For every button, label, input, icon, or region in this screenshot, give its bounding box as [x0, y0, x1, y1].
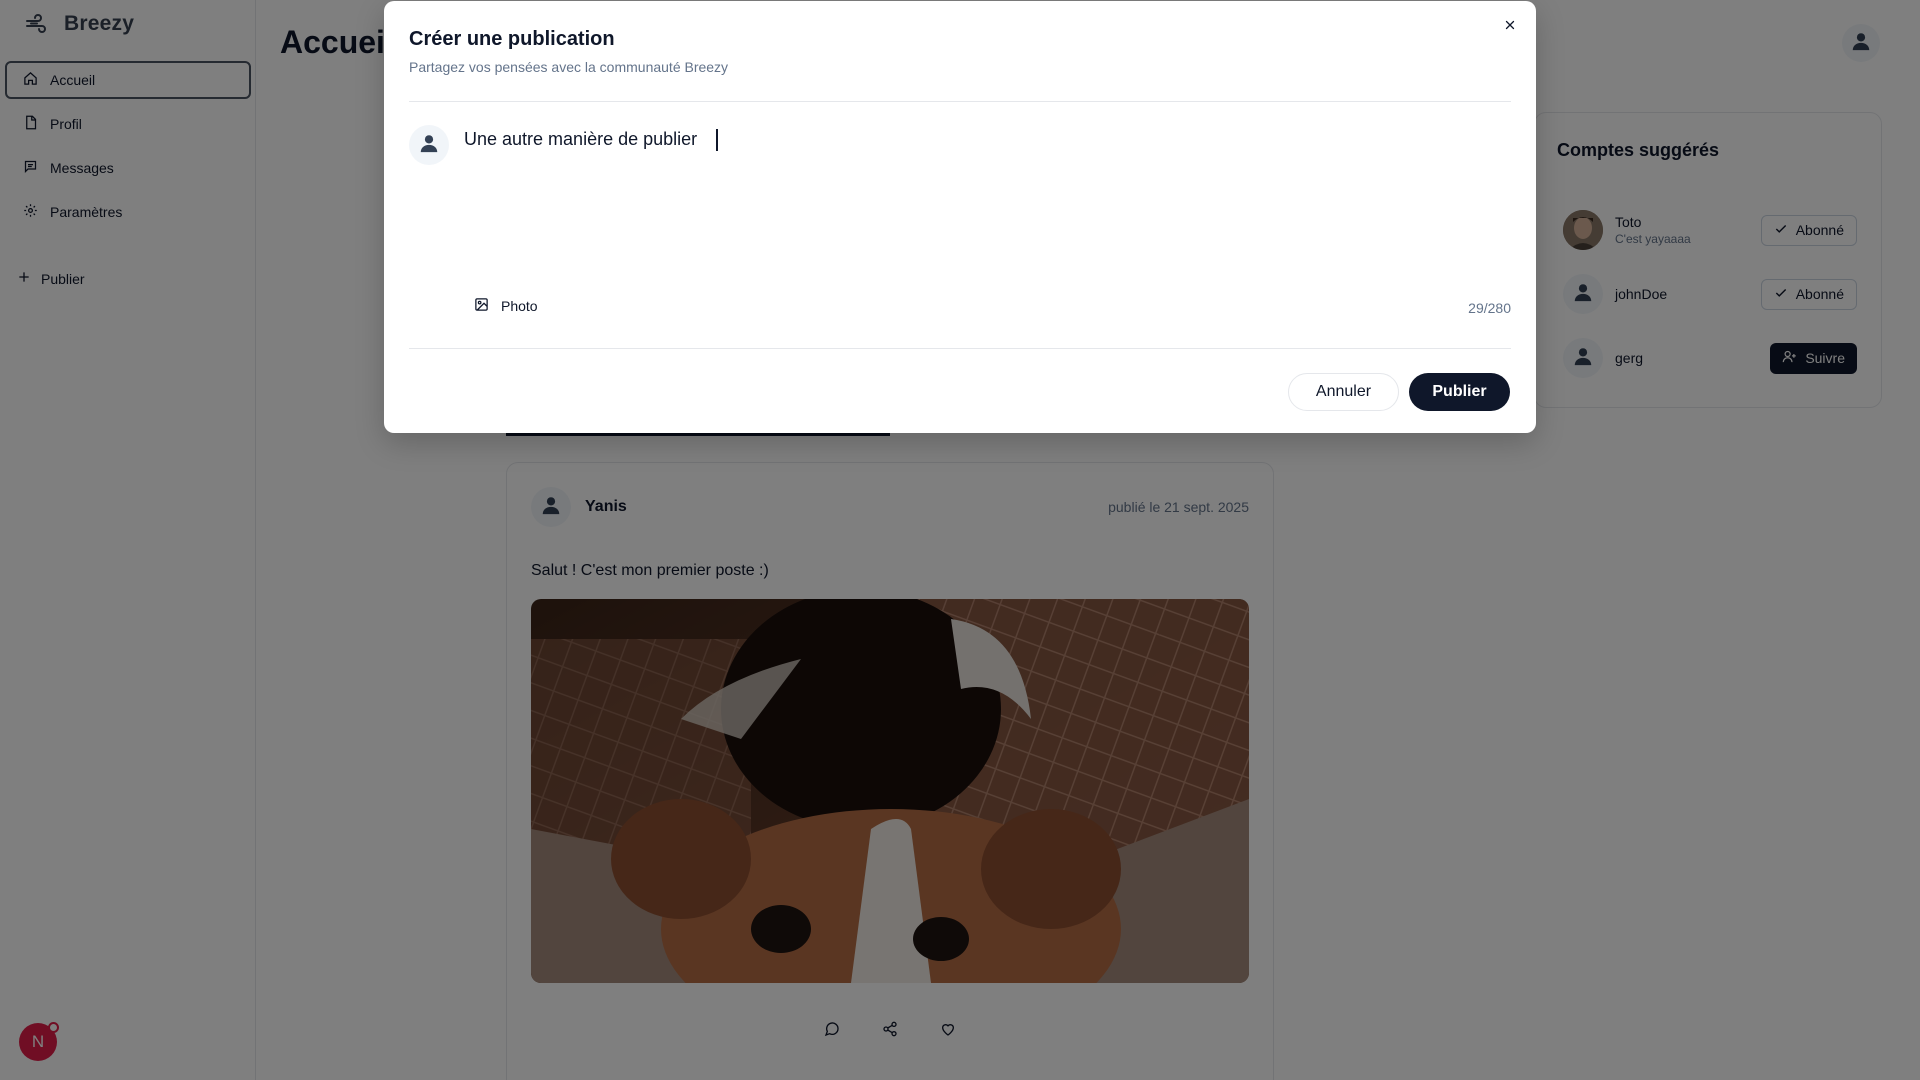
publish-button[interactable]: Publier	[1409, 373, 1510, 411]
dialog-title: Créer une publication	[409, 28, 615, 50]
divider	[409, 348, 1511, 349]
divider	[409, 101, 1511, 102]
close-icon[interactable]	[1502, 17, 1518, 33]
photo-label: Photo	[501, 298, 538, 314]
post-content-textarea[interactable]: Une autre manière de publier	[464, 121, 1511, 277]
add-photo-button[interactable]: Photo	[474, 297, 538, 315]
user-icon	[418, 132, 440, 159]
create-post-dialog: Créer une publication Partagez vos pensé…	[384, 1, 1536, 433]
character-counter: 29/280	[1468, 300, 1511, 316]
composer-avatar	[409, 125, 449, 165]
dialog-subtitle: Partagez vos pensées avec la communauté …	[409, 59, 729, 75]
text-caret	[716, 129, 718, 151]
cancel-button[interactable]: Annuler	[1288, 373, 1399, 411]
image-icon	[474, 297, 489, 315]
